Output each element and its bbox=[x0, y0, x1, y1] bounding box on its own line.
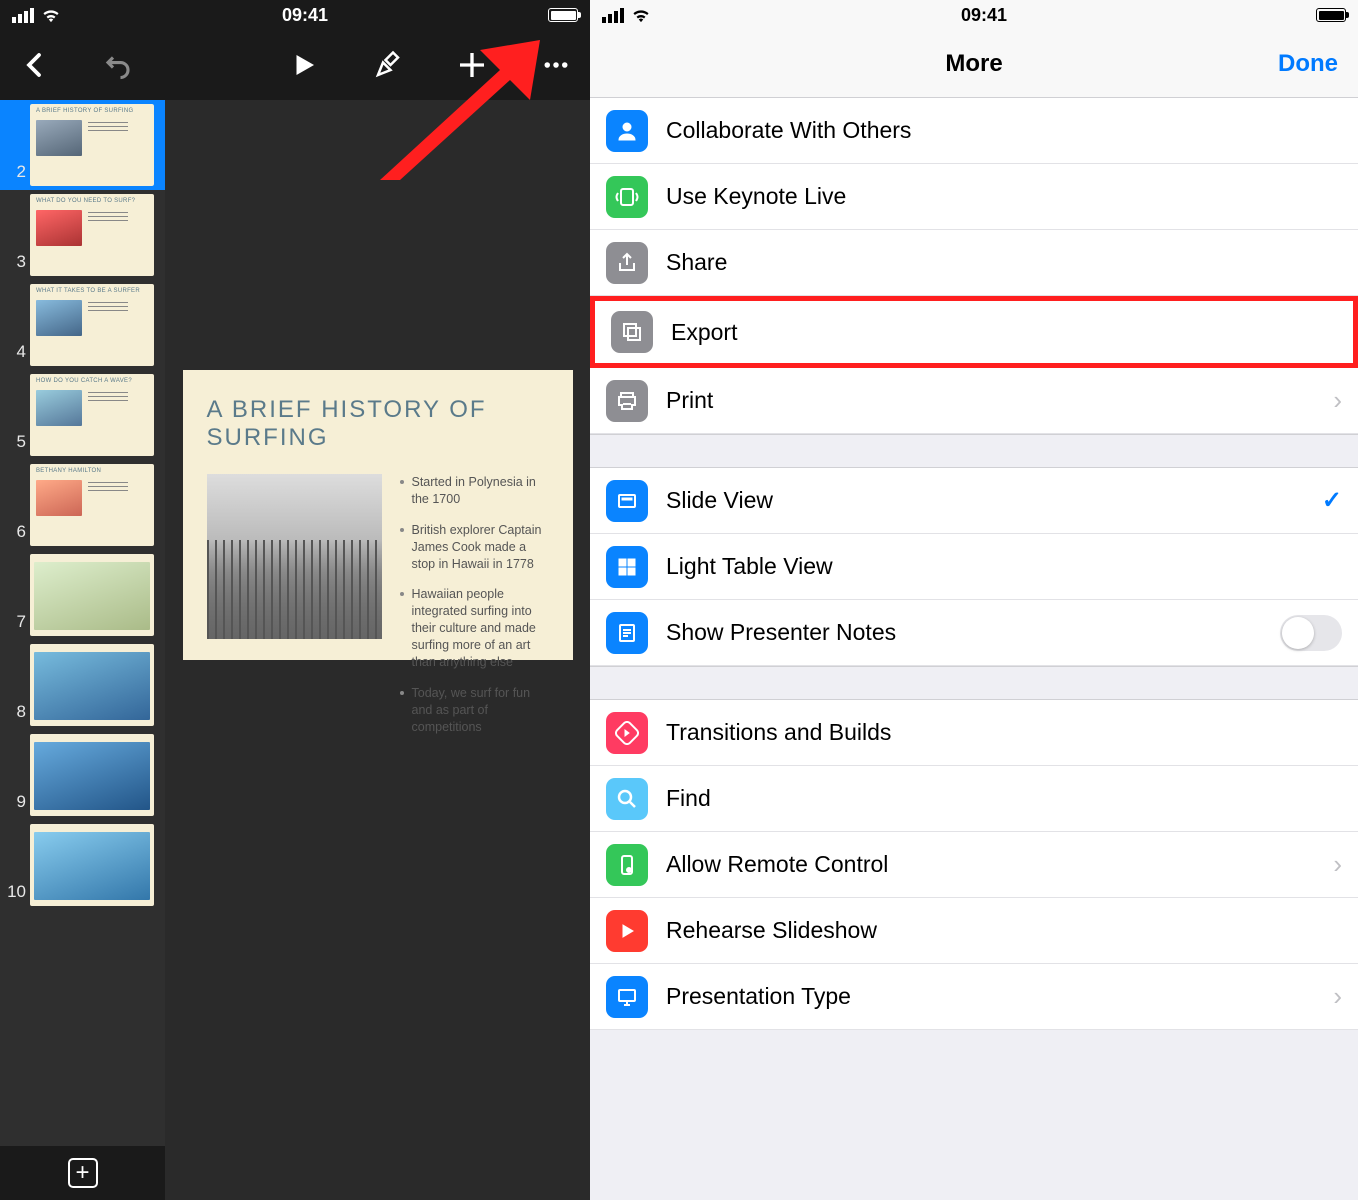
status-time: 09:41 bbox=[62, 5, 548, 26]
transitions-icon bbox=[606, 712, 648, 754]
slide-view-icon bbox=[606, 480, 648, 522]
more-button[interactable] bbox=[538, 47, 574, 83]
add-button[interactable] bbox=[454, 47, 490, 83]
slide-thumbnail[interactable]: 3 WHAT DO YOU NEED TO SURF? bbox=[0, 190, 165, 280]
slide-thumbnail[interactable]: 6 BETHANY HAMILTON bbox=[0, 460, 165, 550]
more-menu-screen: 09:41 More Done Collaborate With Others … bbox=[590, 0, 1358, 1200]
row-light-table[interactable]: Light Table View bbox=[590, 534, 1358, 600]
grid-icon bbox=[606, 546, 648, 588]
format-brush-button[interactable] bbox=[370, 47, 406, 83]
row-presenter-notes[interactable]: Show Presenter Notes bbox=[590, 600, 1358, 666]
editor-area: 2 A BRIEF HISTORY OF SURFING 3 WHAT DO Y… bbox=[0, 100, 590, 1200]
row-export[interactable]: Export bbox=[590, 296, 1358, 368]
wifi-icon bbox=[630, 7, 652, 23]
slide-thumbnail[interactable]: 9 bbox=[0, 730, 165, 820]
row-print[interactable]: Print › bbox=[590, 368, 1358, 434]
search-icon bbox=[606, 778, 648, 820]
battery-icon bbox=[1316, 8, 1346, 22]
slide-thumbnail[interactable]: 2 A BRIEF HISTORY OF SURFING bbox=[0, 100, 165, 190]
view-options-list: Slide View ✓ Light Table View Show Prese… bbox=[590, 468, 1358, 666]
current-slide[interactable]: A BRIEF HISTORY OF SURFING Started in Po… bbox=[183, 370, 573, 660]
slide-image[interactable] bbox=[207, 474, 382, 639]
notes-icon bbox=[606, 612, 648, 654]
wifi-icon bbox=[40, 7, 62, 23]
nav-title: More bbox=[945, 50, 1002, 78]
presenter-notes-toggle[interactable] bbox=[1280, 615, 1342, 651]
status-time: 09:41 bbox=[652, 5, 1316, 26]
broadcast-icon bbox=[606, 176, 648, 218]
battery-icon bbox=[548, 8, 578, 22]
slide-thumbnail-rail: 2 A BRIEF HISTORY OF SURFING 3 WHAT DO Y… bbox=[0, 100, 165, 1200]
print-icon bbox=[606, 380, 648, 422]
slide-thumbnail[interactable]: 7 bbox=[0, 550, 165, 640]
nav-header: More Done bbox=[590, 30, 1358, 98]
checkmark-icon: ✓ bbox=[1322, 486, 1342, 515]
row-rehearse[interactable]: Rehearse Slideshow bbox=[590, 898, 1358, 964]
slide-thumbnail[interactable]: 4 WHAT IT TAKES TO BE A SURFER bbox=[0, 280, 165, 370]
status-bar: 09:41 bbox=[590, 0, 1358, 30]
chevron-right-icon: › bbox=[1333, 981, 1342, 1012]
add-slide-button[interactable]: + bbox=[68, 1158, 98, 1188]
export-icon bbox=[611, 311, 653, 353]
row-transitions[interactable]: Transitions and Builds bbox=[590, 700, 1358, 766]
slide-canvas[interactable]: A BRIEF HISTORY OF SURFING Started in Po… bbox=[165, 350, 590, 1200]
share-icon bbox=[606, 242, 648, 284]
slide-title[interactable]: A BRIEF HISTORY OF SURFING bbox=[207, 396, 549, 452]
slide-thumbnail[interactable]: 8 bbox=[0, 640, 165, 730]
status-bar: 09:41 bbox=[0, 0, 590, 30]
slide-thumbnail[interactable]: 10 bbox=[0, 820, 165, 910]
editor-toolbar bbox=[0, 30, 590, 100]
group-separator bbox=[590, 434, 1358, 468]
chevron-right-icon: › bbox=[1333, 849, 1342, 880]
chevron-right-icon: › bbox=[1333, 385, 1342, 416]
row-keynote-live[interactable]: Use Keynote Live bbox=[590, 164, 1358, 230]
slide-bullets[interactable]: Started in Polynesia in the 1700 British… bbox=[400, 474, 549, 749]
rail-footer: + bbox=[0, 1146, 165, 1200]
person-icon bbox=[606, 110, 648, 152]
row-presentation-type[interactable]: Presentation Type › bbox=[590, 964, 1358, 1030]
row-remote-control[interactable]: Allow Remote Control › bbox=[590, 832, 1358, 898]
slide-thumbnail[interactable]: 5 HOW DO YOU CATCH A WAVE? bbox=[0, 370, 165, 460]
cellular-signal-icon bbox=[12, 8, 34, 23]
done-button[interactable]: Done bbox=[1278, 50, 1338, 78]
keynote-editor-screen: 09:41 2 A BRIEF HISTOR bbox=[0, 0, 590, 1200]
row-slide-view[interactable]: Slide View ✓ bbox=[590, 468, 1358, 534]
cellular-signal-icon bbox=[602, 8, 624, 23]
row-share[interactable]: Share bbox=[590, 230, 1358, 296]
group-separator bbox=[590, 666, 1358, 700]
back-button[interactable] bbox=[16, 47, 52, 83]
presentation-icon bbox=[606, 976, 648, 1018]
tools-list: Transitions and Builds Find Allow Remote… bbox=[590, 700, 1358, 1030]
remote-icon bbox=[606, 844, 648, 886]
row-collaborate[interactable]: Collaborate With Others bbox=[590, 98, 1358, 164]
row-find[interactable]: Find bbox=[590, 766, 1358, 832]
more-menu-list: Collaborate With Others Use Keynote Live… bbox=[590, 98, 1358, 434]
play-button[interactable] bbox=[286, 47, 322, 83]
undo-button[interactable] bbox=[100, 47, 136, 83]
play-icon bbox=[606, 910, 648, 952]
